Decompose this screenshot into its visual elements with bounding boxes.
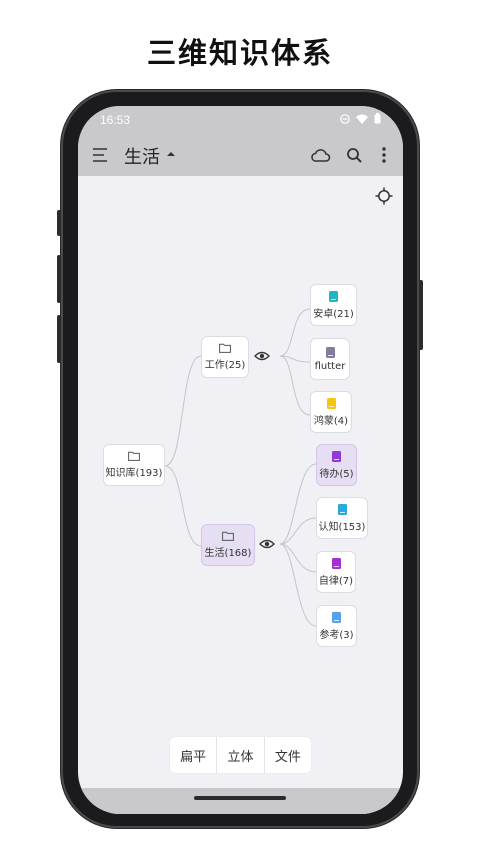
- node-label: 安卓(21): [313, 308, 354, 320]
- view-mode-file[interactable]: 文件: [263, 737, 311, 773]
- node-label: flutter: [314, 360, 346, 372]
- node-harmony[interactable]: 鸿蒙(4): [310, 391, 352, 433]
- node-label: 自律(7): [318, 575, 354, 587]
- view-mode-switcher: 扁平 立体 文件: [170, 737, 311, 773]
- folder-icon: [219, 343, 231, 353]
- node-label: 生活(168): [204, 548, 252, 559]
- node-discipline[interactable]: 自律(7): [316, 551, 356, 593]
- node-work[interactable]: 工作(25): [201, 336, 249, 378]
- node-knowledge-base[interactable]: 知识库(193): [103, 444, 165, 486]
- node-life[interactable]: 生活(168): [201, 524, 255, 566]
- node-label: 参考(3): [319, 629, 354, 641]
- node-label: 工作(25): [204, 360, 246, 371]
- node-label: 待办(5): [319, 468, 354, 480]
- node-label: 认知(153): [318, 521, 366, 533]
- view-mode-3d[interactable]: 立体: [216, 737, 263, 773]
- power-button: [419, 280, 423, 350]
- notebook-icon: [325, 346, 335, 358]
- volume-down-button: [57, 315, 61, 363]
- node-label: 鸿蒙(4): [313, 415, 349, 427]
- notebook-icon: [329, 290, 338, 302]
- notebook-icon: [332, 450, 341, 462]
- notebook-icon: [337, 503, 347, 515]
- mute-switch: [57, 210, 61, 236]
- folder-icon: [128, 451, 140, 461]
- app-screen: 16:53 生活 知识库(193) 工作(25) 生活(168) 安卓(21) …: [78, 106, 403, 814]
- node-label: 知识库(193): [105, 468, 163, 479]
- navigation-bar: [78, 788, 403, 814]
- node-reference[interactable]: 参考(3): [316, 605, 357, 647]
- eye-icon[interactable]: [254, 350, 270, 362]
- eye-icon[interactable]: [259, 538, 275, 550]
- view-mode-flat[interactable]: 扁平: [170, 737, 216, 773]
- home-indicator[interactable]: [194, 796, 286, 800]
- notebook-icon: [326, 397, 336, 409]
- node-flutter[interactable]: flutter: [310, 338, 350, 380]
- node-todo[interactable]: 待办(5): [316, 444, 357, 486]
- folder-icon: [222, 531, 234, 541]
- node-android[interactable]: 安卓(21): [310, 284, 357, 326]
- node-cognition[interactable]: 认知(153): [316, 497, 368, 539]
- volume-up-button: [57, 255, 61, 303]
- notebook-icon: [332, 611, 341, 623]
- notebook-icon: [331, 557, 341, 569]
- promo-title: 三维知识体系: [146, 36, 333, 70]
